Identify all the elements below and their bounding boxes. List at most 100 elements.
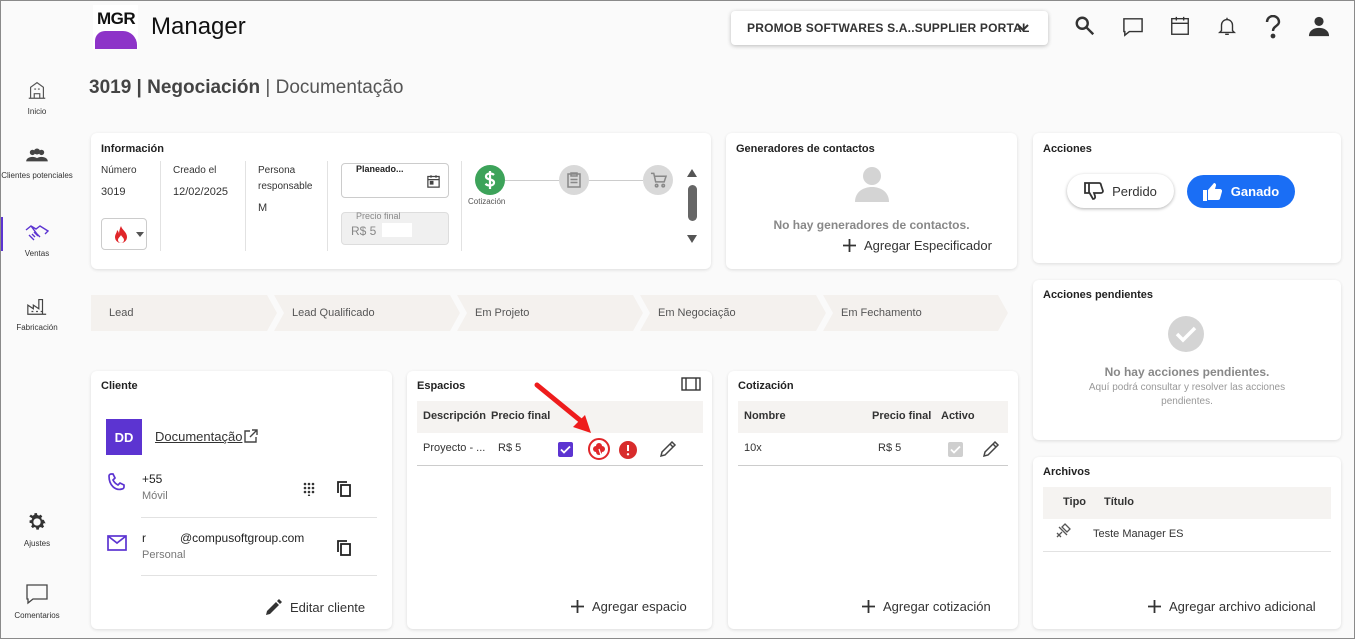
sidebar-item-inicio[interactable]: Inicio: [1, 79, 73, 117]
avatar: DD: [106, 419, 142, 455]
espacio-checkbox[interactable]: [558, 442, 573, 457]
pendientes-card: [1033, 280, 1341, 440]
persona-value: M: [258, 202, 268, 214]
planeado-date-field[interactable]: Planeado...: [341, 163, 449, 198]
scroll-up-icon[interactable]: [687, 169, 697, 177]
pipeline-stage-label: Lead Qualificado: [292, 307, 375, 319]
pencil-icon[interactable]: [982, 439, 1001, 458]
column-header: Nombre: [744, 410, 786, 422]
alert-icon[interactable]: [619, 441, 637, 459]
espacio-status-button[interactable]: [588, 438, 610, 460]
app-title: Manager: [151, 13, 246, 40]
gear-icon: [29, 513, 46, 530]
persona-label: Persona responsable: [258, 165, 313, 192]
column-header: Descripción: [423, 410, 486, 422]
perdido-label: Perdido: [1112, 183, 1157, 199]
copy-icon[interactable]: [337, 481, 351, 497]
red-arrow-annotation-icon: [534, 382, 591, 433]
cotizacion-title: Cotización: [738, 380, 794, 392]
factory-icon: [27, 298, 47, 315]
divider: [141, 575, 377, 576]
bell-icon[interactable]: [1216, 15, 1238, 37]
pipeline-stage[interactable]: Em Projeto: [457, 295, 643, 331]
add-especificador-button[interactable]: Agregar Especificador: [843, 238, 992, 253]
sidebar-item-comentarios[interactable]: Comentarios: [1, 583, 73, 621]
espacio-desc: Proyecto - ...: [423, 442, 486, 454]
step-pedido[interactable]: [643, 165, 673, 195]
external-link-icon[interactable]: [244, 429, 258, 443]
creado-label: Creado el: [173, 165, 217, 176]
contactos-empty: No hay generadores de contactos.: [773, 218, 970, 232]
email-type: Personal: [142, 549, 186, 561]
page-title-sub: Documentação: [275, 77, 404, 98]
step-cotizacion[interactable]: [475, 165, 505, 195]
pipeline-stage[interactable]: Lead: [91, 295, 277, 331]
dollar-icon: [484, 171, 496, 189]
clipboard-icon: [567, 172, 581, 188]
pendientes-desc: Aquí podrá consultar y resolver las acci…: [1088, 382, 1286, 407]
pipeline-stage[interactable]: Em Fechamento: [823, 295, 1008, 331]
pencil-icon: [266, 599, 282, 615]
sidebar-item-ventas[interactable]: Ventas: [1, 217, 73, 259]
sidebar-item-ajustes[interactable]: Ajustes: [1, 511, 73, 549]
scroll-down-icon[interactable]: [687, 235, 697, 243]
sidebar-item-label: Inicio: [27, 107, 47, 116]
building-icon: [28, 81, 46, 99]
app-logo[interactable]: MGR: [93, 5, 138, 49]
page-title: 3019 | Negociación | Documentação: [89, 77, 403, 99]
pipeline-stage[interactable]: Lead Qualificado: [274, 295, 460, 331]
planeado-label: Planeado...: [356, 164, 404, 174]
calendar-icon[interactable]: [426, 174, 441, 189]
step-cotizacion-label: Cotización: [468, 197, 506, 206]
ganado-button[interactable]: Ganado: [1187, 175, 1295, 208]
pipeline-stage[interactable]: Em Negociação: [640, 295, 826, 331]
page-title-main: 3019 | Negociación: [89, 77, 261, 98]
numero-value: 3019: [101, 186, 126, 198]
scrollbar-thumb[interactable]: [688, 185, 697, 221]
sidebar-item-fabricacion[interactable]: Fabricación: [1, 295, 73, 333]
column-header: Precio final: [872, 410, 932, 422]
cotizacion-name: 10x: [744, 442, 762, 454]
flower-icon: [593, 443, 605, 456]
add-espacio-button[interactable]: Agregar espacio: [571, 599, 687, 614]
perdido-button[interactable]: Perdido: [1067, 174, 1174, 208]
search-icon[interactable]: [1074, 15, 1096, 37]
portal-select[interactable]: PROMOB SOFTWARES S.A..SUPPLIER PORTAL: [731, 11, 1048, 45]
precio-label: Precio final: [356, 211, 401, 221]
fire-icon: [115, 226, 127, 243]
archivo-title[interactable]: Teste Manager ES: [1093, 528, 1184, 540]
chat-icon[interactable]: [1122, 17, 1144, 37]
add-cotizacion-label: Agregar cotización: [883, 599, 991, 614]
copy-icon[interactable]: [337, 540, 351, 556]
numero-label: Número: [101, 165, 137, 176]
ganado-label: Ganado: [1230, 184, 1280, 199]
comment-icon: [26, 584, 48, 605]
column-header: Título: [1104, 496, 1134, 508]
divider: [417, 465, 703, 466]
priority-select[interactable]: [101, 218, 147, 250]
phone-type: Móvil: [142, 490, 168, 502]
logo-text: MGR: [97, 9, 136, 28]
edit-cliente-button[interactable]: Editar cliente: [266, 599, 365, 615]
chevron-down-icon: [1017, 24, 1029, 32]
step-documentacion[interactable]: [559, 165, 589, 195]
pipeline-stage-label: Em Negociação: [658, 307, 736, 319]
espacios-title: Espacios: [417, 380, 466, 392]
cliente-name-link[interactable]: Documentação: [155, 429, 242, 444]
phone-icon: [108, 473, 125, 491]
creado-value: 12/02/2025: [173, 186, 229, 198]
user-icon[interactable]: [1308, 15, 1330, 37]
pencil-icon[interactable]: [659, 439, 678, 458]
sidebar-item-label: Ajustes: [23, 539, 51, 548]
view-columns-icon[interactable]: [681, 377, 701, 391]
add-archivo-button[interactable]: Agregar archivo adicional: [1148, 599, 1316, 614]
help-icon[interactable]: [1263, 15, 1283, 39]
dialpad-icon[interactable]: [303, 482, 315, 496]
add-cotizacion-button[interactable]: Agregar cotización: [862, 599, 991, 614]
cotizacion-price: R$ 5: [878, 442, 902, 454]
info-title: Información: [101, 143, 164, 155]
logo-shape: [95, 31, 137, 49]
sidebar-item-clientes[interactable]: Clientes potenciales: [1, 147, 73, 181]
column-header: Activo: [941, 410, 975, 422]
calendar-icon[interactable]: [1169, 15, 1191, 37]
